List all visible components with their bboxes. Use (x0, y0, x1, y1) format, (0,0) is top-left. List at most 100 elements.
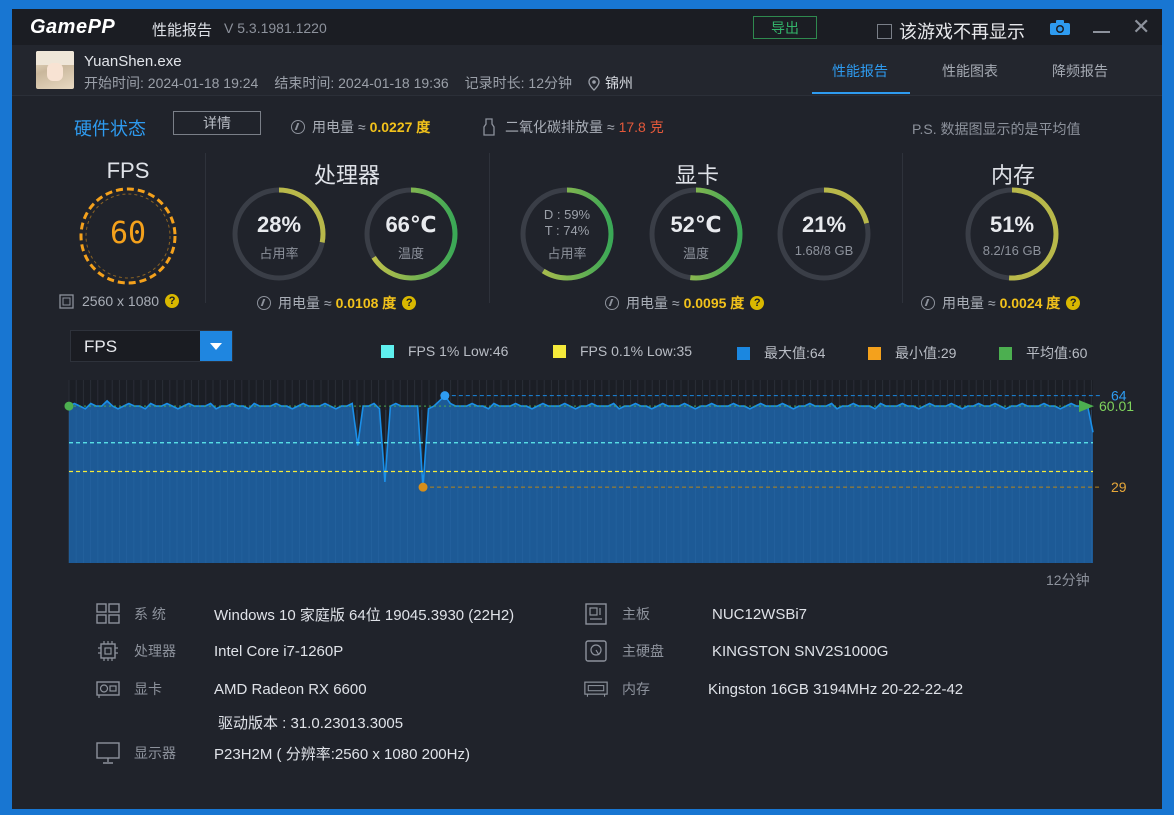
gpu-icon (96, 681, 120, 698)
gpu-power: 用电量 ≈ 0.0095 度 ? (605, 293, 765, 313)
system-value: Windows 10 家庭版 64位 19045.3930 (22H2) (214, 606, 515, 624)
divider (902, 153, 903, 303)
help-icon[interactable]: ? (750, 296, 765, 310)
help-icon[interactable]: ? (165, 294, 180, 308)
screen-icon (59, 293, 74, 309)
ram-value: 51% (989, 212, 1035, 237)
legend-swatch (999, 346, 1012, 360)
version-label: V 5.3.1981.1220 (224, 20, 327, 36)
start-time: 开始时间: 2024-01-18 19:24 (84, 75, 259, 91)
location-pin-icon (588, 75, 600, 91)
system-value: AMD Radeon RX 6600 (214, 680, 367, 698)
gpu-memory-gauge: 21% 1.68/8 GB (776, 186, 872, 282)
gpu-driver-version: 驱动版本 : 31.0.23013.3005 (218, 715, 404, 732)
chart-duration-label: 12分钟 (1046, 572, 1090, 588)
ram-power: 用电量 ≈ 0.0024 度 ? (921, 293, 1081, 313)
divider (489, 153, 490, 303)
legend-item: FPS 0.1% Low:35 (553, 343, 692, 359)
gpu-memory-value: 21% (801, 212, 847, 237)
cpu-power-value: 0.0108 度 (335, 295, 397, 311)
legend-item: 最大值:64 (737, 343, 825, 363)
minimize-icon[interactable] (1093, 31, 1110, 33)
legend-swatch (737, 346, 750, 360)
active-tab-indicator (812, 92, 910, 94)
gpu-temp-gauge: 52℃ 温度 (648, 186, 744, 282)
system-key: 系 统 (134, 606, 166, 622)
disk-icon (585, 640, 607, 662)
export-button[interactable]: 导出 (753, 16, 817, 39)
resolution-value: 2560 x 1080 (82, 293, 160, 309)
gpu-t-line: T : 74% (544, 223, 590, 238)
cpu-temp-value: 66℃ (385, 212, 437, 237)
legend-swatch (553, 344, 566, 358)
min-point (418, 482, 428, 492)
legend-swatch (868, 346, 881, 360)
legend-label: FPS 1% Low:46 (408, 343, 509, 359)
system-key: 主板 (622, 606, 650, 622)
resolution: 2560 x 1080 ? (59, 293, 180, 309)
app-window: GamePP 性能报告 V 5.3.1981.1220 导出 该游戏不再显示 ✕… (12, 9, 1162, 809)
legend-label: FPS 0.1% Low:35 (580, 343, 693, 359)
tab-performance-report[interactable]: 性能报告 (832, 61, 888, 81)
gpu-d-line: D : 59% (543, 207, 591, 222)
cpu-temp-label: 温度 (397, 246, 424, 261)
system-row-os: 系 统 Windows 10 家庭版 64位 19045.3930 (22H2) (96, 603, 514, 625)
cpu-usage-gauge: 28% 占用率 (231, 186, 327, 282)
legend-item: 最小值:29 (868, 343, 956, 363)
help-icon[interactable]: ? (402, 296, 417, 310)
window-title: 性能报告 (152, 22, 213, 39)
close-icon[interactable]: ✕ (1132, 16, 1150, 38)
tab-throttle-report[interactable]: 降频报告 (1052, 61, 1108, 81)
gpu-temp-label: 温度 (682, 246, 709, 261)
end-time: 结束时间: 2024-01-18 19:36 (274, 75, 449, 91)
avg-start-point (64, 401, 74, 411)
system-key: 显卡 (134, 681, 162, 697)
legend-label: 平均值:60 (1026, 345, 1088, 361)
no-show-toggle[interactable]: 该游戏不再显示 (877, 18, 1025, 44)
no-show-label: 该游戏不再显示 (899, 22, 1025, 42)
power-icon (921, 296, 935, 310)
cpu-power-label: 用电量 ≈ (278, 295, 332, 311)
gpu-temp-value: 52℃ (670, 212, 722, 237)
system-row-disk: 主硬盘 KINGSTON SNV2S1000G (584, 640, 888, 662)
cpu-icon (98, 641, 118, 661)
system-value: P23H2M ( 分辨率:2560 x 1080 200Hz) (214, 745, 470, 763)
detail-button[interactable]: 详情 (173, 111, 261, 135)
system-row-gpu: 显卡 AMD Radeon RX 6600 (96, 678, 367, 700)
system-row-ram: 内存 Kingston 16GB 3194MHz 20-22-22-42 (584, 678, 963, 700)
cpu-usage-label: 占用率 (259, 246, 299, 261)
co2-emission: 二氧化碳排放量 ≈ 17.8 克 (482, 117, 664, 137)
fps-gauge: 60 (78, 186, 178, 286)
co2-label: 二氧化碳排放量 ≈ (505, 119, 615, 135)
process-name: YuanShen.exe (84, 53, 182, 70)
system-value: KINGSTON SNV2S1000G (712, 642, 889, 660)
divider (205, 153, 206, 303)
legend-swatch (381, 344, 394, 358)
camera-icon[interactable] (1050, 20, 1070, 35)
session-info-bar: YuanShen.exe 开始时间: 2024-01-18 19:24 结束时间… (12, 45, 1162, 96)
system-key: 处理器 (134, 643, 176, 659)
power-icon (605, 296, 619, 310)
gpu-power-label: 用电量 ≈ (626, 295, 680, 311)
ram-power-label: 用电量 ≈ (942, 295, 996, 311)
total-power-value: 0.0227 度 (369, 119, 431, 135)
help-icon[interactable]: ? (1066, 296, 1081, 310)
ps-note: P.S. 数据图显示的是平均值 (912, 121, 1081, 137)
tab-performance-chart[interactable]: 性能图表 (942, 61, 998, 81)
no-show-checkbox[interactable] (877, 23, 892, 39)
app-logo: GamePP (30, 16, 116, 38)
fps-area (69, 395, 1093, 563)
location: 锦州 (588, 73, 649, 93)
co2-value: 17.8 克 (618, 119, 664, 135)
fps-chart: 6460.0129 (64, 380, 1134, 563)
legend-label: 最小值:29 (895, 345, 957, 361)
fps-title: FPS (106, 158, 150, 183)
system-key: 内存 (622, 681, 650, 697)
max-point (440, 391, 450, 401)
avg-value-label: 60.01 (1099, 398, 1134, 414)
system-row-cpu: 处理器 Intel Core i7-1260P (96, 640, 343, 662)
total-power: 用电量 ≈ 0.0227 度 (291, 117, 430, 137)
duration: 记录时长: 12分钟 (464, 75, 573, 91)
hardware-status-title: 硬件状态 (74, 119, 146, 139)
system-value: NUC12WSBi7 (712, 605, 808, 623)
